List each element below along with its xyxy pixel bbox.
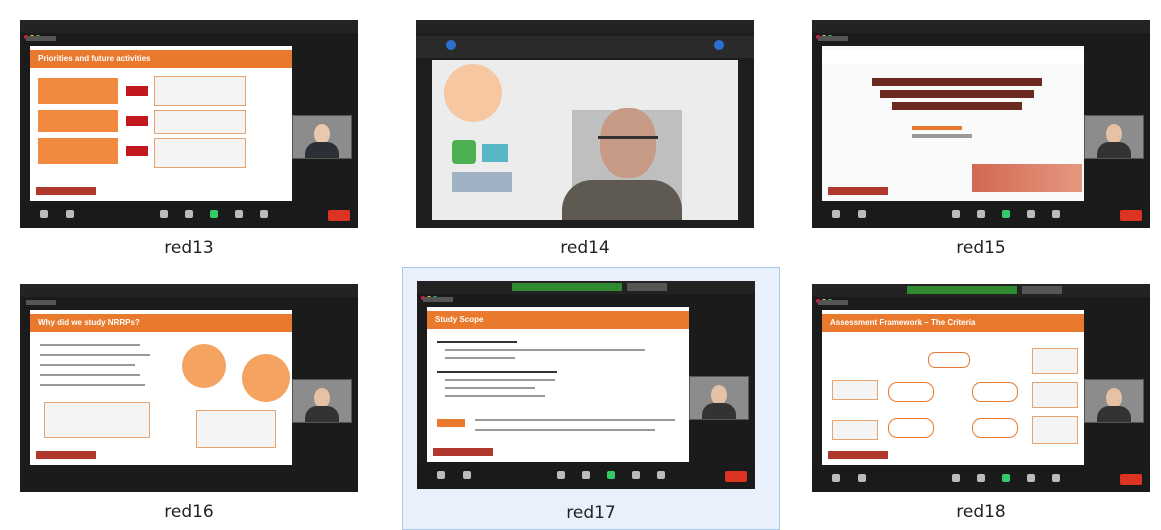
screenshot-image [812, 20, 1150, 228]
thumbnail-label: red17 [566, 503, 616, 523]
thumbnail-red17[interactable]: Study Scope red17 [402, 267, 780, 530]
screenshot-image: Assessment Framework – The Criteria [812, 284, 1150, 492]
thumbnail-label: red18 [956, 502, 1006, 522]
screenshot-image: Priorities and future activities [20, 20, 358, 228]
thumbnail-red15[interactable]: red15 [798, 6, 1161, 266]
screenshot-image [416, 20, 754, 228]
screenshot-image: Study Scope [417, 281, 755, 489]
thumbnail-label: red13 [164, 238, 214, 258]
thumbnail-red14[interactable]: red14 [402, 6, 768, 266]
thumbnail-red13[interactable]: Priorities and future activities red13 [6, 6, 372, 266]
thumbnail-red18[interactable]: Assessment Framework – The Criteria red1… [798, 270, 1161, 530]
thumbnail-label: red16 [164, 502, 214, 522]
thumbnail-label: red14 [560, 238, 610, 258]
screenshot-image: Why did we study NRRPs? [20, 284, 358, 492]
thumbnail-label: red15 [956, 238, 1006, 258]
thumbnail-red16[interactable]: Why did we study NRRPs? red16 [6, 270, 372, 530]
